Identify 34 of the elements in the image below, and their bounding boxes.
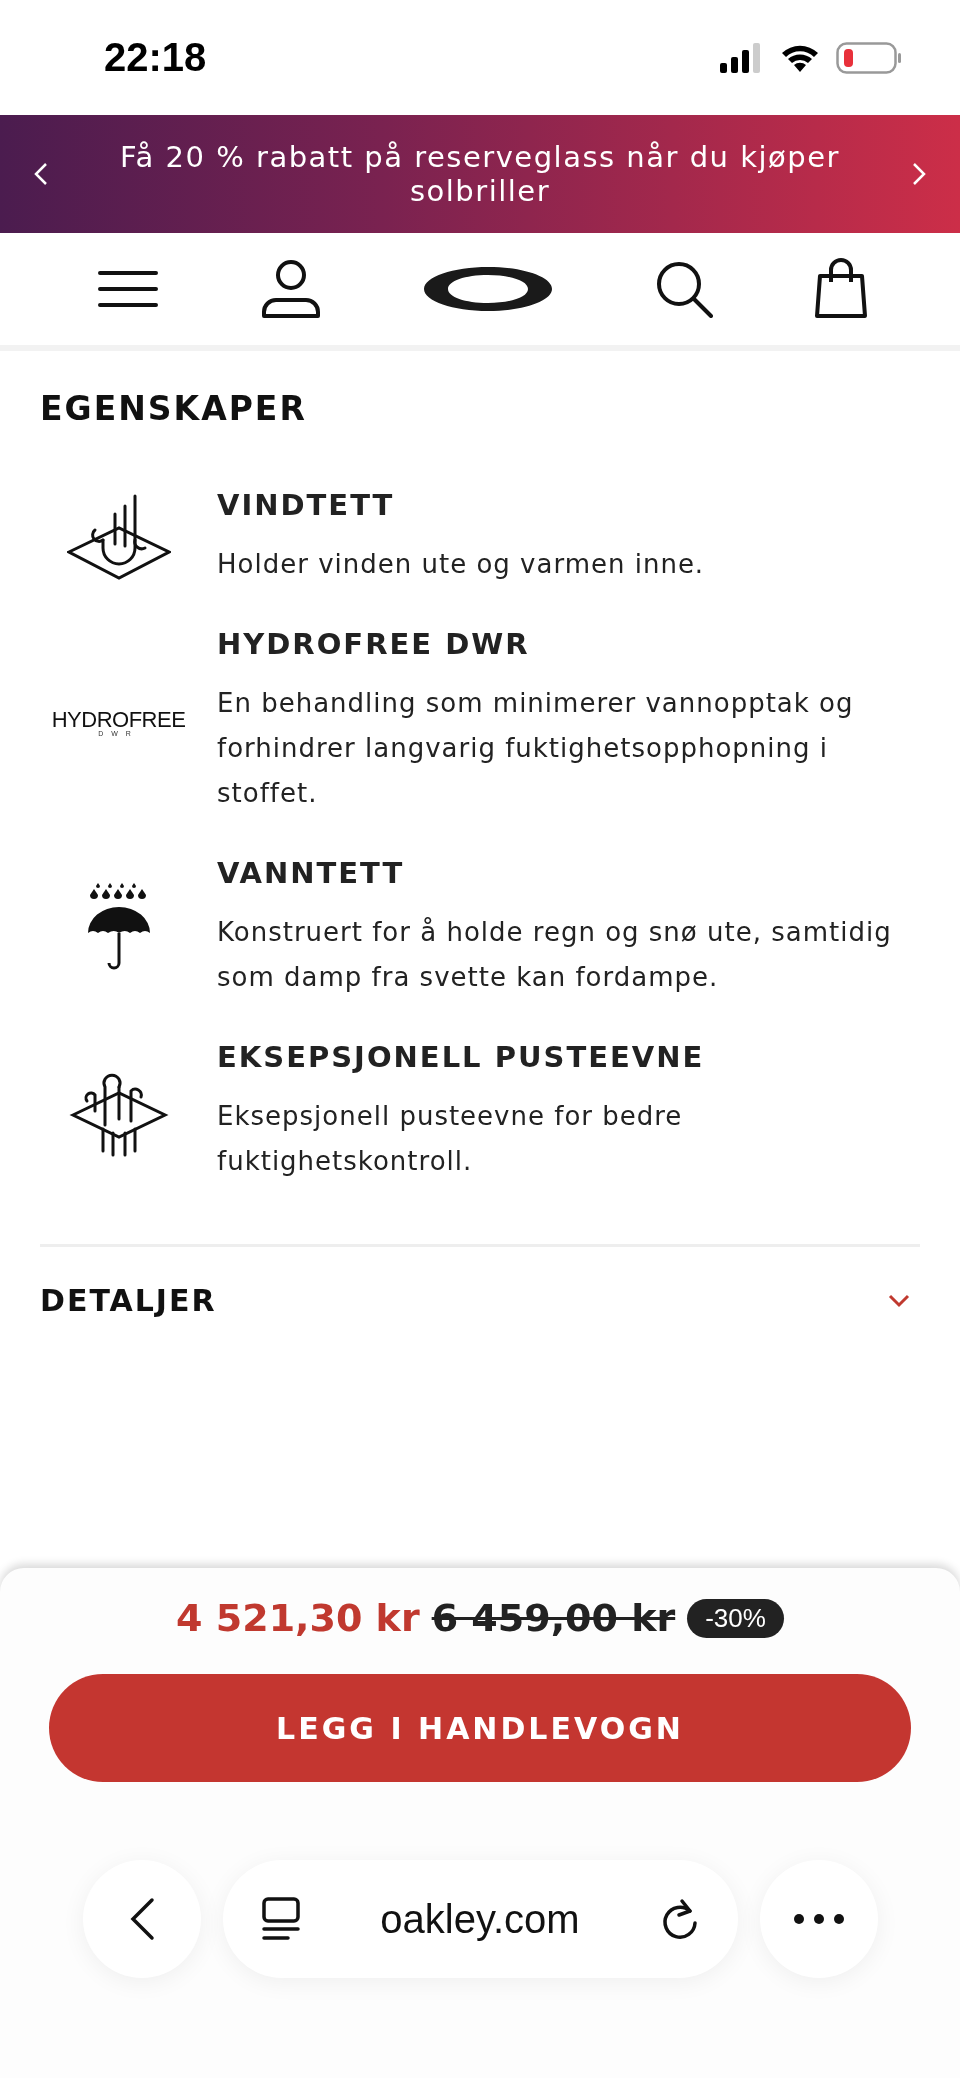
feature-description: En behandling som minimerer vannopptak og forhindrer langvarig fuktighetsopphopning i stoffet. <box>217 687 855 810</box>
menu-icon <box>98 269 158 309</box>
account-button[interactable] <box>259 259 322 319</box>
feature-title: HYDROFREE DWR <box>217 627 531 661</box>
chevron-right-icon <box>912 162 926 186</box>
chevron-down-icon <box>888 1293 910 1308</box>
sale-price: 4 521,30 kr <box>176 1596 420 1640</box>
chevron-left-icon <box>34 162 48 186</box>
add-to-cart-button[interactable]: LEGG I HANDLEVOGN <box>49 1674 911 1782</box>
feature-title: EKSEPSJONELL PUSTEEVNE <box>217 1040 706 1074</box>
feature-description: Konstruert for å holde regn og snø ute, samtidig som damp fra svette kan fordampe. <box>217 916 893 994</box>
reader-icon <box>260 1896 301 1942</box>
menu-button[interactable] <box>98 269 158 309</box>
details-accordion[interactable]: DETALJER <box>40 1247 920 1318</box>
search-icon <box>654 260 713 318</box>
address-bar[interactable]: oakley.com <box>222 1860 738 1978</box>
cart-button[interactable] <box>814 258 868 320</box>
wind-icon <box>66 493 171 582</box>
promo-text: Få 20 % rabatt på reserveglass når du kjøper solbriller <box>120 140 840 208</box>
section-heading: EGENSKAPER <box>40 389 308 428</box>
search-button[interactable] <box>654 260 713 318</box>
feature-description: Eksepsjonell pusteevne for bedre fuktighetskontroll. <box>217 1100 684 1178</box>
feature-title: VANNTETT <box>217 856 406 890</box>
clock: 22:18 <box>104 35 207 80</box>
url-text: oakley.com <box>380 1896 580 1942</box>
feature-description: Holder vinden ute og varmen inne. <box>217 548 706 581</box>
person-icon <box>259 259 322 319</box>
battery-icon <box>836 41 902 74</box>
more-icon <box>793 1914 844 1924</box>
discount-badge: -30% <box>687 1598 784 1638</box>
back-icon <box>128 1897 155 1941</box>
shopping-bag-icon <box>814 258 868 320</box>
feature-title: VINDTETT <box>217 488 396 522</box>
original-price: 6 459,00 kr <box>431 1596 676 1640</box>
